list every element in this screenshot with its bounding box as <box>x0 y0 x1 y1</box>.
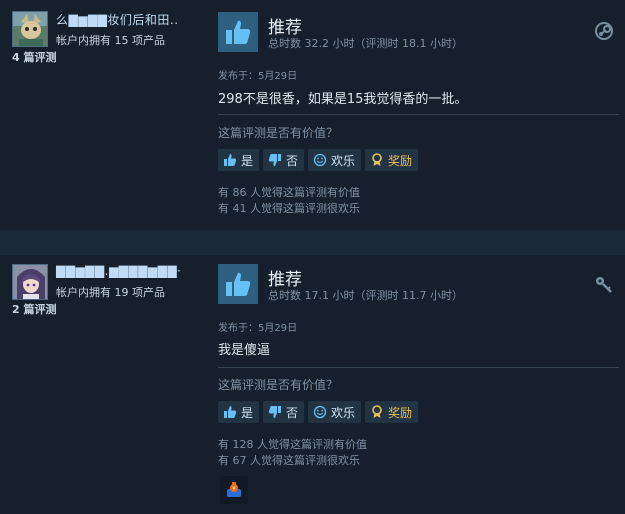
hours-played: 总时数 32.2 小时（评测时 18.1 小时） <box>268 37 463 50</box>
funny-count: 有 41 人觉得这篇评测很欢乐 <box>218 202 360 215</box>
products-owned: 帐户内拥有 19 项产品 <box>56 286 165 299</box>
posted-date: 发布于：5月29日 <box>218 323 298 334</box>
helpful-question: 这篇评测是否有价值？ <box>218 378 339 392</box>
vote-funny-label: 欢乐 <box>331 153 356 168</box>
vote-buttons: 是 否 欢乐 奖励 <box>218 401 419 423</box>
avatar[interactable] <box>12 264 48 300</box>
username[interactable]: ▇▇▆▇▇.▆▇▇▇▆▇▇· <box>56 264 181 278</box>
review-card: ▇▇▆▇▇.▆▇▇▇▆▇▇· 帐户内拥有 19 项产品 2 篇评测 推荐 总时数… <box>0 255 625 514</box>
review-content: 298不是很香，如果是15我觉得香的一批。 <box>218 92 468 107</box>
vote-buttons: 是 否 欢乐 奖励 <box>218 149 419 171</box>
key-icon <box>593 273 615 295</box>
funny-count: 有 67 人觉得这篇评测很欢乐 <box>218 454 360 467</box>
vote-header[interactable]: 推荐 总时数 32.2 小时（评测时 18.1 小时） <box>218 12 618 52</box>
thumbs-down-icon <box>268 154 282 166</box>
thumbs-down-icon <box>268 406 282 418</box>
vote-stats: 有 128 人觉得这篇评测有价值 有 67 人觉得这篇评测很欢乐 <box>218 437 367 469</box>
award-medal-icon <box>372 405 382 418</box>
vote-no-button[interactable]: 否 <box>263 401 305 423</box>
posted-date: 发布于：5月29日 <box>218 71 298 82</box>
steam-icon <box>593 20 615 42</box>
vote-no-label: 否 <box>286 405 299 420</box>
thumbs-up-icon <box>224 154 237 166</box>
vote-no-button[interactable]: 否 <box>263 149 305 171</box>
review-content: 我是傻逼 <box>218 343 271 358</box>
vote-header[interactable]: 推荐 总时数 17.1 小时（评测时 11.7 小时） <box>218 264 618 304</box>
vote-yes-label: 是 <box>241 153 254 168</box>
avatar[interactable] <box>12 11 48 47</box>
award-badge-icon[interactable] <box>220 476 248 504</box>
helpful-count: 有 86 人觉得这篇评测有价值 <box>218 186 360 199</box>
vote-funny-label: 欢乐 <box>331 405 356 420</box>
helpful-count: 有 128 人觉得这篇评测有价值 <box>218 438 367 451</box>
thumbs-up-icon <box>218 264 258 304</box>
smiley-icon <box>313 153 327 167</box>
vote-funny-button[interactable]: 欢乐 <box>308 149 362 171</box>
award-label: 奖励 <box>388 405 413 420</box>
vote-yes-button[interactable]: 是 <box>218 149 260 171</box>
thumbs-up-icon <box>224 406 237 418</box>
helpful-question: 这篇评测是否有价值？ <box>218 126 339 140</box>
products-owned: 帐户内拥有 15 项产品 <box>56 34 165 47</box>
vote-stats: 有 86 人觉得这篇评测有价值 有 41 人觉得这篇评测很欢乐 <box>218 185 360 217</box>
award-label: 奖励 <box>388 153 413 168</box>
award-medal-icon <box>372 153 382 166</box>
vote-funny-button[interactable]: 欢乐 <box>308 401 362 423</box>
username[interactable]: 么▇▆▇▇妆们后和田.. <box>56 11 179 28</box>
thumbs-up-icon <box>218 12 258 52</box>
vote-yes-button[interactable]: 是 <box>218 401 260 423</box>
vote-yes-label: 是 <box>241 405 254 420</box>
divider <box>218 114 619 115</box>
smiley-icon <box>313 405 327 419</box>
award-button[interactable]: 奖励 <box>365 401 419 423</box>
review-count[interactable]: 4 篇评测 <box>12 49 56 65</box>
review-card: 么▇▆▇▇妆们后和田.. 帐户内拥有 15 项产品 4 篇评测 推荐 总时数 3… <box>0 0 625 230</box>
vote-no-label: 否 <box>286 153 299 168</box>
award-button[interactable]: 奖励 <box>365 149 419 171</box>
hours-played: 总时数 17.1 小时（评测时 11.7 小时） <box>268 289 463 302</box>
review-count[interactable]: 2 篇评测 <box>12 301 56 317</box>
divider <box>218 367 619 368</box>
